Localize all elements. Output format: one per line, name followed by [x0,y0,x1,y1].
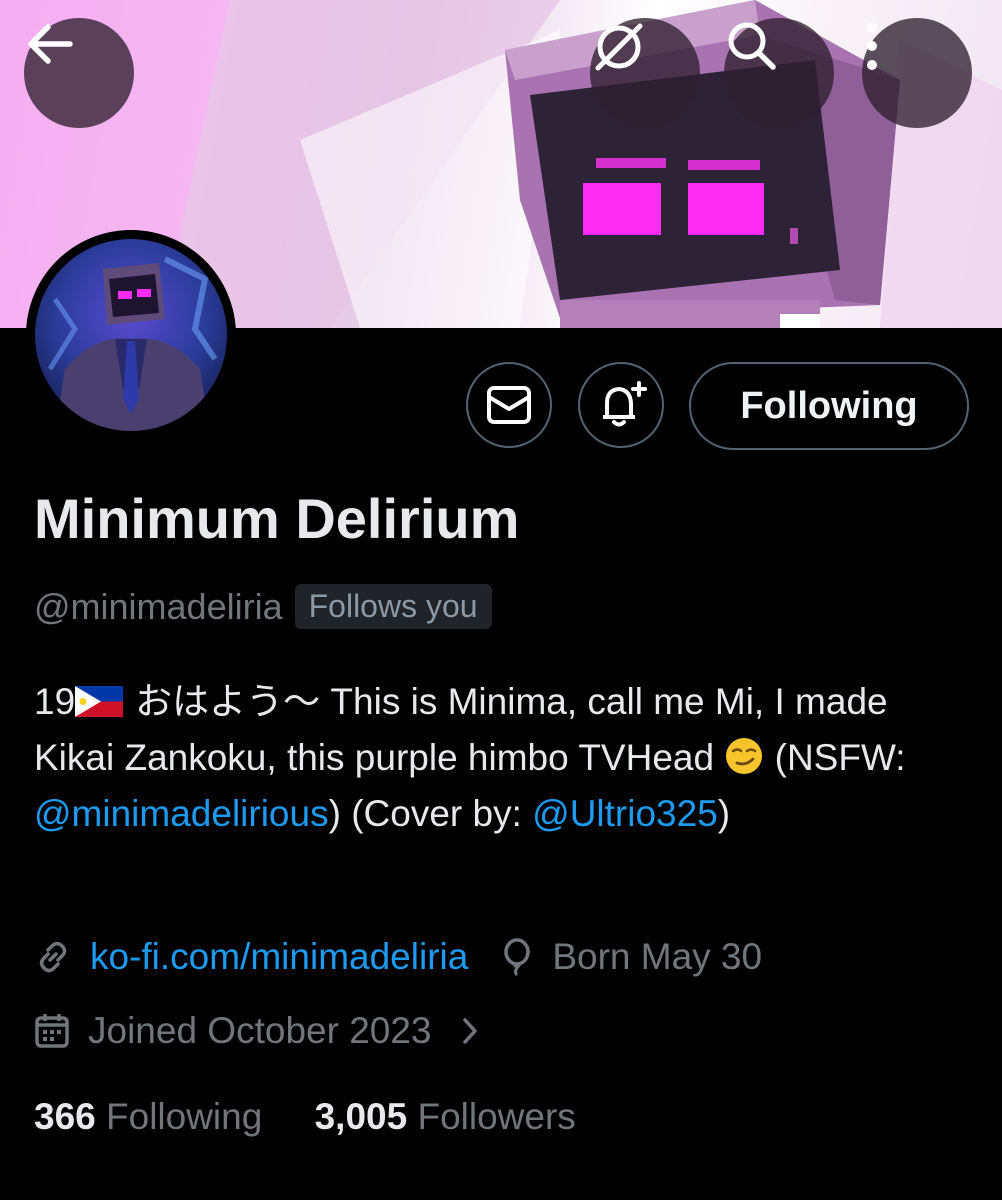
notifications-button[interactable] [578,362,664,448]
grok-slash-icon [595,23,643,71]
follow-stats: 366 Following 3,005 Followers [34,1096,618,1138]
smirk-emoji-icon [726,738,763,774]
chevron-right-icon [462,1018,477,1044]
profile-avatar[interactable] [26,230,236,440]
link-icon [39,941,67,973]
joined-row[interactable]: Joined October 2023 [34,1010,498,1052]
bio-cover-prefix: (Cover by: [340,793,533,834]
bio-nsfw-link[interactable]: @minimadelirious [34,793,329,834]
bio-nsfw-suffix: ) [328,793,341,834]
more-button[interactable] [862,18,972,128]
bio-nsfw-prefix: (NSFW: [774,737,906,778]
following-count: 366 [34,1096,96,1137]
grok-button[interactable] [590,18,700,128]
profile-meta-row: ko-fi.com/minimadeliria Born May 30 [34,936,762,978]
following-label: Following [106,1096,263,1137]
bell-plus-icon [603,381,647,427]
envelope-icon [487,386,531,424]
more-vertical-icon [867,22,877,70]
user-handle: @minimadeliria [34,585,283,627]
display-name: Minimum Delirium [34,487,520,550]
arrow-left-icon [28,24,73,64]
followers-label: Followers [417,1096,576,1137]
message-button[interactable] [466,362,552,448]
joined-date: Joined October 2023 [88,1010,432,1051]
avatar-image [35,239,227,431]
search-icon [728,22,776,70]
followers-count: 3,005 [314,1096,408,1137]
calendar-icon [35,1014,69,1048]
following-stat[interactable]: 366 Following [34,1096,262,1137]
bio-cover-link[interactable]: @Ultrio325 [532,793,718,834]
follows-you-badge: Follows you [294,584,492,629]
search-button[interactable] [724,18,834,128]
followers-stat[interactable]: 3,005 Followers [315,1096,576,1137]
birthday-text: Born May 30 [552,936,763,977]
website-link[interactable]: ko-fi.com/minimadeliria [90,936,468,978]
handle-row: @minimadeliria Follows you [34,584,492,629]
balloon-icon [504,938,531,976]
bio-age: 19 [34,681,76,722]
back-button[interactable] [24,18,134,128]
bio-cover-suffix: ) [717,793,731,834]
following-button[interactable]: Following [689,362,969,450]
philippines-flag-icon [75,686,124,717]
profile-bio: 19 おはよう〜 This is Minima, call me Mi, I m… [34,674,974,842]
